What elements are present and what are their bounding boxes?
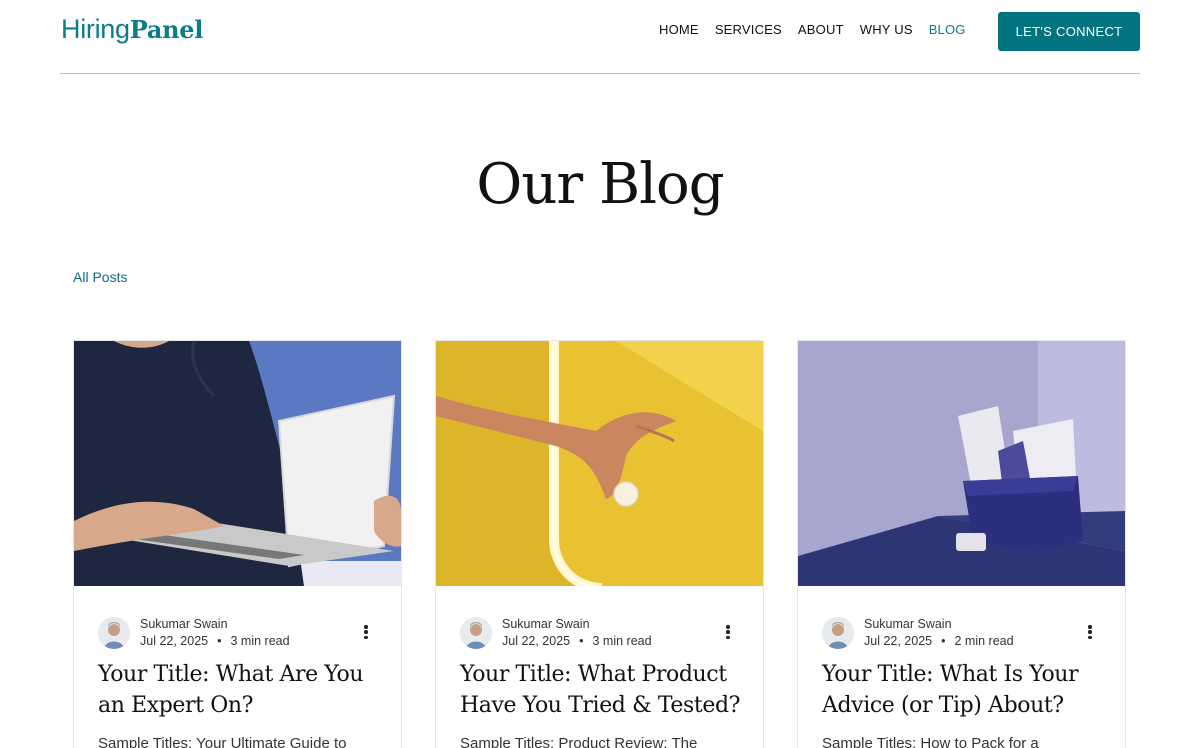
site-header: HiringPanel HOME SERVICES ABOUT WHY US B… (60, 0, 1140, 74)
post-date: Jul 22, 2025 (140, 634, 209, 648)
author-name[interactable]: Sukumar Swain (864, 616, 1014, 633)
post-date: Jul 22, 2025 (502, 634, 571, 648)
logo-text-light: Hiring (61, 14, 130, 44)
author-avatar[interactable] (98, 617, 130, 649)
author-avatar[interactable] (822, 617, 854, 649)
post-card[interactable]: Sukumar Swain Jul 22, 2025 • 2 min read … (797, 340, 1126, 748)
author-name[interactable]: Sukumar Swain (140, 616, 290, 633)
post-title[interactable]: Your Title: What Product Have You Tried … (460, 659, 745, 721)
logo-text-bold: Panel (129, 15, 204, 44)
post-excerpt: Sample Titles: How to Pack for a (822, 735, 1039, 748)
main-nav: HOME SERVICES ABOUT WHY US BLOG (659, 22, 966, 37)
post-meta: Sukumar Swain Jul 22, 2025 • 3 min read (98, 616, 290, 650)
post-date: Jul 22, 2025 (864, 634, 933, 648)
nav-about[interactable]: ABOUT (798, 22, 844, 37)
post-excerpt: Sample Titles: Product Review: The (460, 735, 698, 748)
post-meta: Sukumar Swain Jul 22, 2025 • 3 min read (460, 616, 652, 650)
site-logo[interactable]: HiringPanel (61, 14, 203, 45)
post-image-yellow-hand[interactable] (436, 341, 763, 586)
post-title[interactable]: Your Title: What Is Your Advice (or Tip)… (822, 659, 1107, 721)
nav-home[interactable]: HOME (659, 22, 699, 37)
page-title: Our Blog (476, 152, 724, 217)
more-options-icon[interactable] (721, 623, 735, 641)
more-options-icon[interactable] (1083, 623, 1097, 641)
nav-blog[interactable]: BLOG (929, 22, 966, 37)
lets-connect-button[interactable]: LET'S CONNECT (998, 12, 1140, 51)
post-card[interactable]: Sukumar Swain Jul 22, 2025 • 3 min read … (435, 340, 764, 748)
read-time: 3 min read (592, 634, 652, 648)
read-time: 3 min read (230, 634, 290, 648)
more-options-icon[interactable] (359, 623, 373, 641)
post-meta: Sukumar Swain Jul 22, 2025 • 2 min read (822, 616, 1014, 650)
post-image-laptop[interactable] (74, 341, 401, 586)
all-posts-filter[interactable]: All Posts (73, 269, 127, 285)
read-time: 2 min read (954, 634, 1014, 648)
post-title[interactable]: Your Title: What Are You an Expert On? (98, 659, 383, 721)
post-card[interactable]: Sukumar Swain Jul 22, 2025 • 3 min read … (73, 340, 402, 748)
post-image-desk-organizer[interactable] (798, 341, 1125, 586)
meta-separator: • (941, 634, 946, 648)
meta-separator: • (217, 634, 222, 648)
nav-services[interactable]: SERVICES (715, 22, 782, 37)
author-name[interactable]: Sukumar Swain (502, 616, 652, 633)
author-avatar[interactable] (460, 617, 492, 649)
nav-why-us[interactable]: WHY US (860, 22, 913, 37)
post-excerpt: Sample Titles: Your Ultimate Guide to (98, 735, 347, 748)
meta-separator: • (579, 634, 584, 648)
